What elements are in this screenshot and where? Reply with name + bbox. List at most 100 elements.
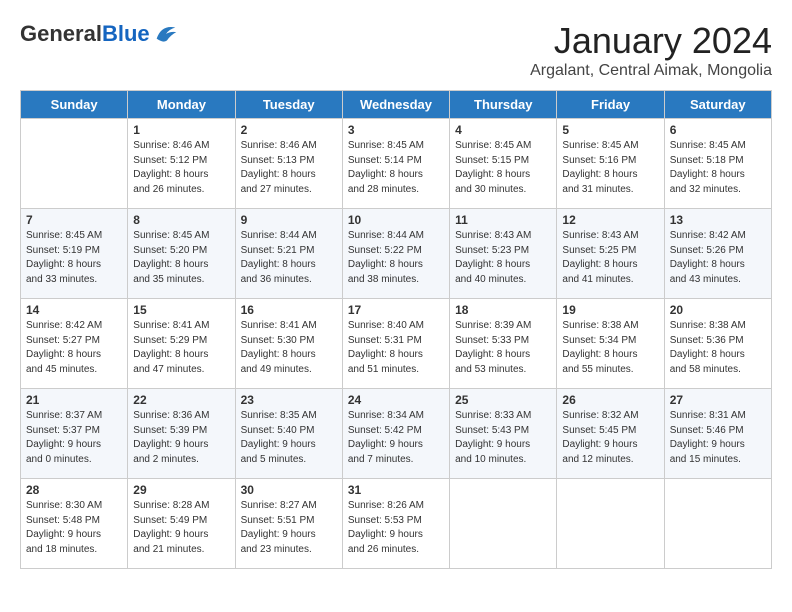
day-number: 19 bbox=[562, 303, 658, 317]
calendar-cell: 10 Sunrise: 8:44 AM Sunset: 5:22 PM Dayli… bbox=[342, 209, 449, 299]
calendar-week-row: 28Sunrise: 8:30 AM Sunset: 5:48 PM Dayli… bbox=[21, 479, 772, 569]
calendar-cell: 19 Sunrise: 8:38 AM Sunset: 5:34 PM Dayli… bbox=[557, 299, 664, 389]
day-number: 10 bbox=[348, 213, 444, 227]
day-number: 18 bbox=[455, 303, 551, 317]
day-info: Sunrise: 8:46 AM Sunset: 5:12 PM Dayligh… bbox=[133, 139, 229, 197]
logo-bird-icon bbox=[152, 20, 180, 48]
calendar-cell: 3 Sunrise: 8:45 AM Sunset: 5:14 PM Daylig… bbox=[342, 119, 449, 209]
day-header-tuesday: Tuesday bbox=[235, 91, 342, 119]
location-subtitle: Argalant, Central Aimak, Mongolia bbox=[530, 62, 772, 80]
calendar-cell bbox=[664, 479, 771, 569]
day-info: Sunrise: 8:37 AM Sunset: 5:37 PM Dayligh… bbox=[26, 409, 122, 467]
day-info: Sunrise: 8:42 AM Sunset: 5:26 PM Dayligh… bbox=[670, 229, 766, 287]
day-info: Sunrise: 8:26 AM Sunset: 5:53 PM Dayligh… bbox=[348, 499, 444, 557]
calendar-week-row: 14 Sunrise: 8:42 AM Sunset: 5:27 PM Dayli… bbox=[21, 299, 772, 389]
day-info: Sunrise: 8:45 AM Sunset: 5:19 PM Dayligh… bbox=[26, 229, 122, 287]
calendar-week-row: 21 Sunrise: 8:37 AM Sunset: 5:37 PM Dayli… bbox=[21, 389, 772, 479]
day-header-sunday: Sunday bbox=[21, 91, 128, 119]
day-number: 13 bbox=[670, 213, 766, 227]
day-number: 14 bbox=[26, 303, 122, 317]
day-number: 11 bbox=[455, 213, 551, 227]
calendar-table: SundayMondayTuesdayWednesdayThursdayFrid… bbox=[20, 90, 772, 569]
calendar-header-row: SundayMondayTuesdayWednesdayThursdayFrid… bbox=[21, 91, 772, 119]
day-info: Sunrise: 8:41 AM Sunset: 5:30 PM Dayligh… bbox=[241, 319, 337, 377]
day-info: Sunrise: 8:45 AM Sunset: 5:14 PM Dayligh… bbox=[348, 139, 444, 197]
day-number: 24 bbox=[348, 393, 444, 407]
day-info: Sunrise: 8:45 AM Sunset: 5:20 PM Dayligh… bbox=[133, 229, 229, 287]
day-number: 3 bbox=[348, 123, 444, 137]
day-number: 25 bbox=[455, 393, 551, 407]
calendar-cell: 8Sunrise: 8:45 AM Sunset: 5:20 PM Daylig… bbox=[128, 209, 235, 299]
calendar-cell: 30Sunrise: 8:27 AM Sunset: 5:51 PM Dayli… bbox=[235, 479, 342, 569]
day-info: Sunrise: 8:42 AM Sunset: 5:27 PM Dayligh… bbox=[26, 319, 122, 377]
day-info: Sunrise: 8:38 AM Sunset: 5:36 PM Dayligh… bbox=[670, 319, 766, 377]
day-info: Sunrise: 8:34 AM Sunset: 5:42 PM Dayligh… bbox=[348, 409, 444, 467]
day-header-wednesday: Wednesday bbox=[342, 91, 449, 119]
day-info: Sunrise: 8:44 AM Sunset: 5:21 PM Dayligh… bbox=[241, 229, 337, 287]
calendar-cell bbox=[450, 479, 557, 569]
calendar-week-row: 7 Sunrise: 8:45 AM Sunset: 5:19 PM Daylig… bbox=[21, 209, 772, 299]
calendar-cell: 25 Sunrise: 8:33 AM Sunset: 5:43 PM Dayli… bbox=[450, 389, 557, 479]
calendar-cell bbox=[21, 119, 128, 209]
calendar-body: 1 Sunrise: 8:46 AM Sunset: 5:12 PM Daylig… bbox=[21, 119, 772, 569]
day-header-thursday: Thursday bbox=[450, 91, 557, 119]
day-number: 7 bbox=[26, 213, 122, 227]
day-number: 2 bbox=[241, 123, 337, 137]
day-header-saturday: Saturday bbox=[664, 91, 771, 119]
calendar-cell: 14 Sunrise: 8:42 AM Sunset: 5:27 PM Dayli… bbox=[21, 299, 128, 389]
calendar-cell: 2 Sunrise: 8:46 AM Sunset: 5:13 PM Daylig… bbox=[235, 119, 342, 209]
day-info: Sunrise: 8:46 AM Sunset: 5:13 PM Dayligh… bbox=[241, 139, 337, 197]
day-header-friday: Friday bbox=[557, 91, 664, 119]
day-number: 28 bbox=[26, 483, 122, 497]
day-info: Sunrise: 8:45 AM Sunset: 5:15 PM Dayligh… bbox=[455, 139, 551, 197]
calendar-cell: 18 Sunrise: 8:39 AM Sunset: 5:33 PM Dayli… bbox=[450, 299, 557, 389]
day-info: Sunrise: 8:35 AM Sunset: 5:40 PM Dayligh… bbox=[241, 409, 337, 467]
day-number: 27 bbox=[670, 393, 766, 407]
day-number: 17 bbox=[348, 303, 444, 317]
calendar-cell: 31 Sunrise: 8:26 AM Sunset: 5:53 PM Dayli… bbox=[342, 479, 449, 569]
calendar-cell: 23 Sunrise: 8:35 AM Sunset: 5:40 PM Dayli… bbox=[235, 389, 342, 479]
day-number: 5 bbox=[562, 123, 658, 137]
day-number: 30 bbox=[241, 483, 337, 497]
calendar-cell: 11 Sunrise: 8:43 AM Sunset: 5:23 PM Dayli… bbox=[450, 209, 557, 299]
day-info: Sunrise: 8:39 AM Sunset: 5:33 PM Dayligh… bbox=[455, 319, 551, 377]
day-info: Sunrise: 8:32 AM Sunset: 5:45 PM Dayligh… bbox=[562, 409, 658, 467]
calendar-cell: 28Sunrise: 8:30 AM Sunset: 5:48 PM Dayli… bbox=[21, 479, 128, 569]
day-info: Sunrise: 8:33 AM Sunset: 5:43 PM Dayligh… bbox=[455, 409, 551, 467]
day-number: 26 bbox=[562, 393, 658, 407]
day-number: 23 bbox=[241, 393, 337, 407]
calendar-cell: 13 Sunrise: 8:42 AM Sunset: 5:26 PM Dayli… bbox=[664, 209, 771, 299]
day-info: Sunrise: 8:40 AM Sunset: 5:31 PM Dayligh… bbox=[348, 319, 444, 377]
day-number: 15 bbox=[133, 303, 229, 317]
calendar-cell: 29Sunrise: 8:28 AM Sunset: 5:49 PM Dayli… bbox=[128, 479, 235, 569]
day-number: 20 bbox=[670, 303, 766, 317]
day-info: Sunrise: 8:38 AM Sunset: 5:34 PM Dayligh… bbox=[562, 319, 658, 377]
day-info: Sunrise: 8:44 AM Sunset: 5:22 PM Dayligh… bbox=[348, 229, 444, 287]
day-info: Sunrise: 8:41 AM Sunset: 5:29 PM Dayligh… bbox=[133, 319, 229, 377]
title-block: January 2024 Argalant, Central Aimak, Mo… bbox=[530, 20, 772, 80]
calendar-cell: 21 Sunrise: 8:37 AM Sunset: 5:37 PM Dayli… bbox=[21, 389, 128, 479]
day-number: 31 bbox=[348, 483, 444, 497]
day-number: 22 bbox=[133, 393, 229, 407]
day-info: Sunrise: 8:43 AM Sunset: 5:23 PM Dayligh… bbox=[455, 229, 551, 287]
calendar-cell: 17 Sunrise: 8:40 AM Sunset: 5:31 PM Dayli… bbox=[342, 299, 449, 389]
calendar-cell: 6Sunrise: 8:45 AM Sunset: 5:18 PM Daylig… bbox=[664, 119, 771, 209]
calendar-cell: 20 Sunrise: 8:38 AM Sunset: 5:36 PM Dayli… bbox=[664, 299, 771, 389]
calendar-cell: 24 Sunrise: 8:34 AM Sunset: 5:42 PM Dayli… bbox=[342, 389, 449, 479]
calendar-cell: 26 Sunrise: 8:32 AM Sunset: 5:45 PM Dayli… bbox=[557, 389, 664, 479]
day-number: 4 bbox=[455, 123, 551, 137]
calendar-cell bbox=[557, 479, 664, 569]
day-number: 1 bbox=[133, 123, 229, 137]
calendar-cell: 15 Sunrise: 8:41 AM Sunset: 5:29 PM Dayli… bbox=[128, 299, 235, 389]
logo-general: General bbox=[20, 21, 102, 46]
calendar-cell: 5 Sunrise: 8:45 AM Sunset: 5:16 PM Daylig… bbox=[557, 119, 664, 209]
calendar-cell: 1 Sunrise: 8:46 AM Sunset: 5:12 PM Daylig… bbox=[128, 119, 235, 209]
day-info: Sunrise: 8:45 AM Sunset: 5:16 PM Dayligh… bbox=[562, 139, 658, 197]
calendar-cell: 7 Sunrise: 8:45 AM Sunset: 5:19 PM Daylig… bbox=[21, 209, 128, 299]
calendar-week-row: 1 Sunrise: 8:46 AM Sunset: 5:12 PM Daylig… bbox=[21, 119, 772, 209]
day-number: 21 bbox=[26, 393, 122, 407]
calendar-cell: 9Sunrise: 8:44 AM Sunset: 5:21 PM Daylig… bbox=[235, 209, 342, 299]
day-number: 6 bbox=[670, 123, 766, 137]
day-info: Sunrise: 8:28 AM Sunset: 5:49 PM Dayligh… bbox=[133, 499, 229, 557]
calendar-cell: 16Sunrise: 8:41 AM Sunset: 5:30 PM Dayli… bbox=[235, 299, 342, 389]
